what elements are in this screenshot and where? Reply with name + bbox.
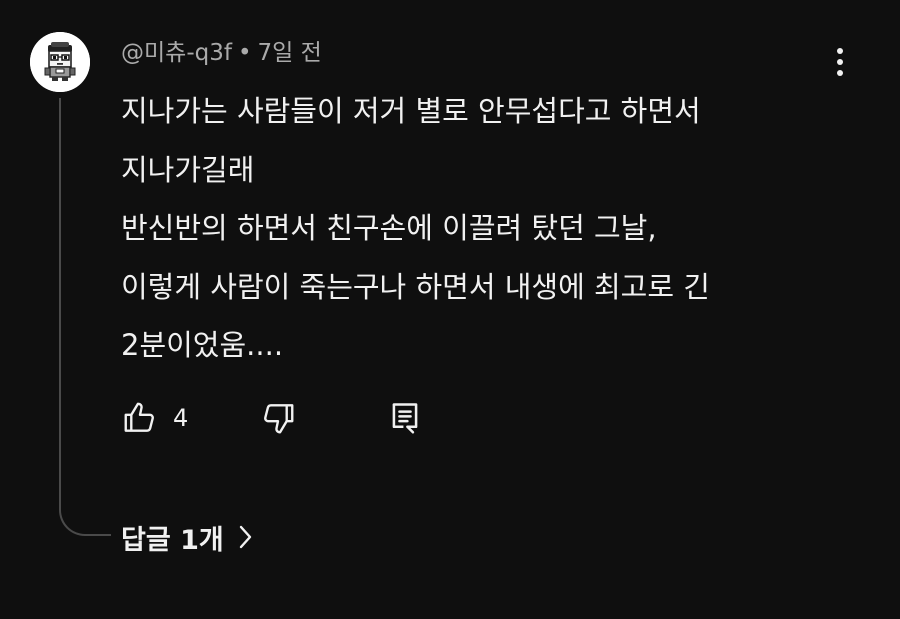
like-count: 4	[173, 404, 189, 432]
reply-comment-icon	[392, 403, 418, 434]
like-button[interactable]: 4	[121, 398, 188, 438]
author-handle[interactable]: @미츄-q3f	[121, 40, 232, 66]
comment-time[interactable]: 7일 전	[258, 40, 322, 66]
reply-thread-line	[59, 98, 111, 536]
meta-separator: •	[237, 40, 252, 66]
thumbs-down-icon	[264, 404, 294, 434]
vertical-dots-icon	[837, 48, 843, 54]
chevron-right-icon	[239, 525, 251, 549]
more-actions-button[interactable]	[822, 42, 858, 82]
comment-meta: @미츄-q3f • 7일 전	[121, 38, 322, 68]
cartoon-character-avatar-icon	[30, 32, 90, 92]
comment-line: 지나가는 사람들이 저거 별로 안무섭다고 하면서	[121, 94, 701, 128]
comment-line: 이렇게 사람이 죽는구나 하면서 내생에 최고로 긴	[121, 269, 710, 304]
vertical-dots-icon	[837, 70, 843, 76]
vertical-dots-icon	[837, 59, 843, 65]
comment-line: 2분이었움....	[121, 328, 284, 362]
thumbs-up-icon	[124, 402, 154, 432]
comment-line: 지나가길래	[121, 152, 255, 187]
replies-label: 답글 1개	[121, 524, 224, 556]
comment-line: 반신반의 하면서 친구손에 이끌려 탔던 그날,	[121, 211, 657, 245]
comment-body: 지나가는 사람들이 저거 별로 안무섭다고 하면서 지나가길래 반신반의 하면서…	[121, 82, 811, 375]
reply-button[interactable]	[386, 398, 424, 438]
avatar[interactable]	[30, 32, 90, 92]
dislike-button[interactable]	[259, 398, 297, 438]
view-replies-button[interactable]: 답글 1개	[121, 517, 254, 557]
